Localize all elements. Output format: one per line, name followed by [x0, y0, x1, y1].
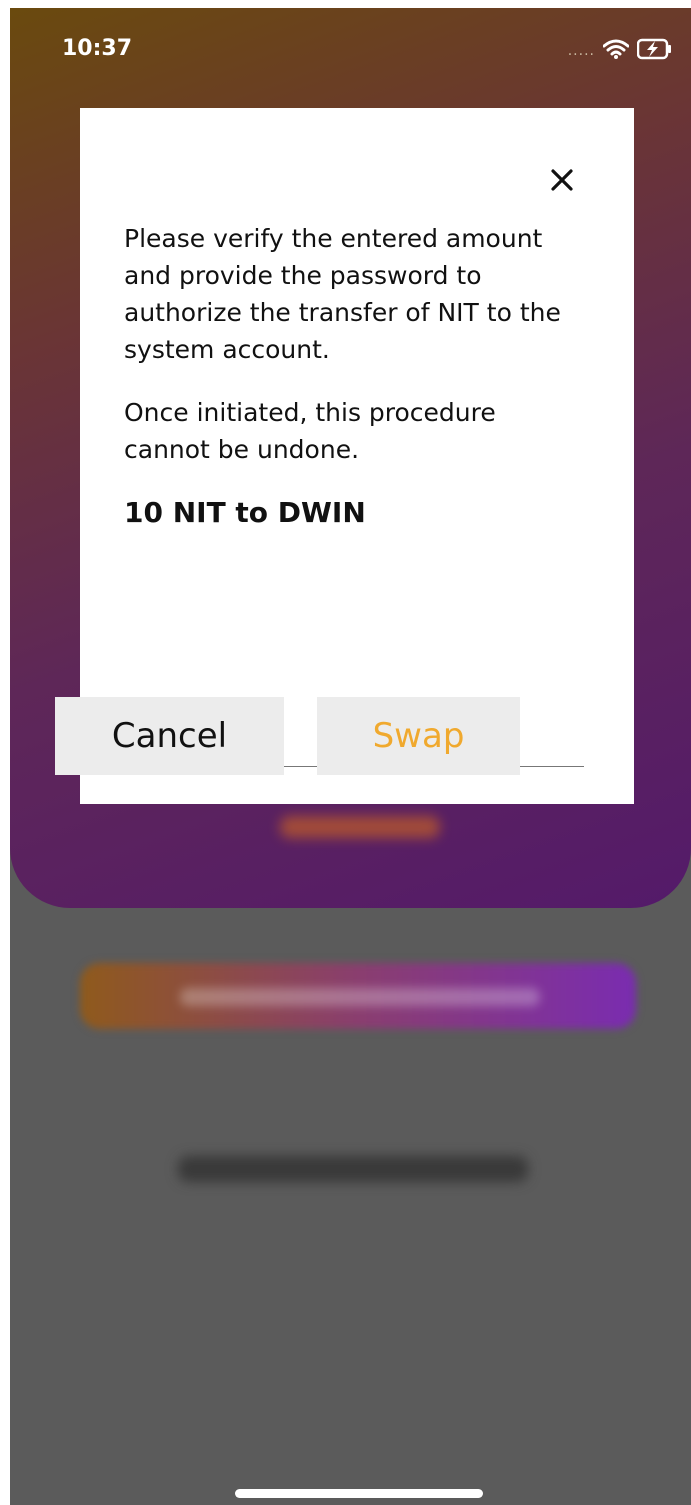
status-icons: .....	[568, 38, 673, 64]
phone-screen: 10:37 ..... Please verify the entered am…	[10, 8, 691, 1505]
blurred-balance-text	[280, 816, 440, 838]
battery-charging-icon	[636, 38, 673, 64]
verify-message: Please verify the entered amount and pro…	[124, 224, 561, 364]
wifi-icon	[602, 39, 630, 63]
warning-message: Once initiated, this procedure cannot be…	[124, 398, 496, 464]
swap-button[interactable]: Swap	[317, 697, 520, 775]
home-indicator	[235, 1489, 483, 1498]
blurred-swap-status-text	[178, 1156, 528, 1182]
blurred-swap-request-label	[180, 988, 540, 1006]
cancel-button[interactable]: Cancel	[55, 697, 284, 775]
dialog-message: Please verify the entered amount and pro…	[124, 220, 584, 557]
swap-amount: 10 NIT to DWIN	[124, 496, 366, 529]
status-bar: 10:37 .....	[10, 8, 691, 88]
status-time: 10:37	[62, 36, 133, 61]
close-icon	[551, 169, 573, 191]
close-button[interactable]	[542, 160, 582, 200]
signal-dots: .....	[567, 43, 595, 59]
